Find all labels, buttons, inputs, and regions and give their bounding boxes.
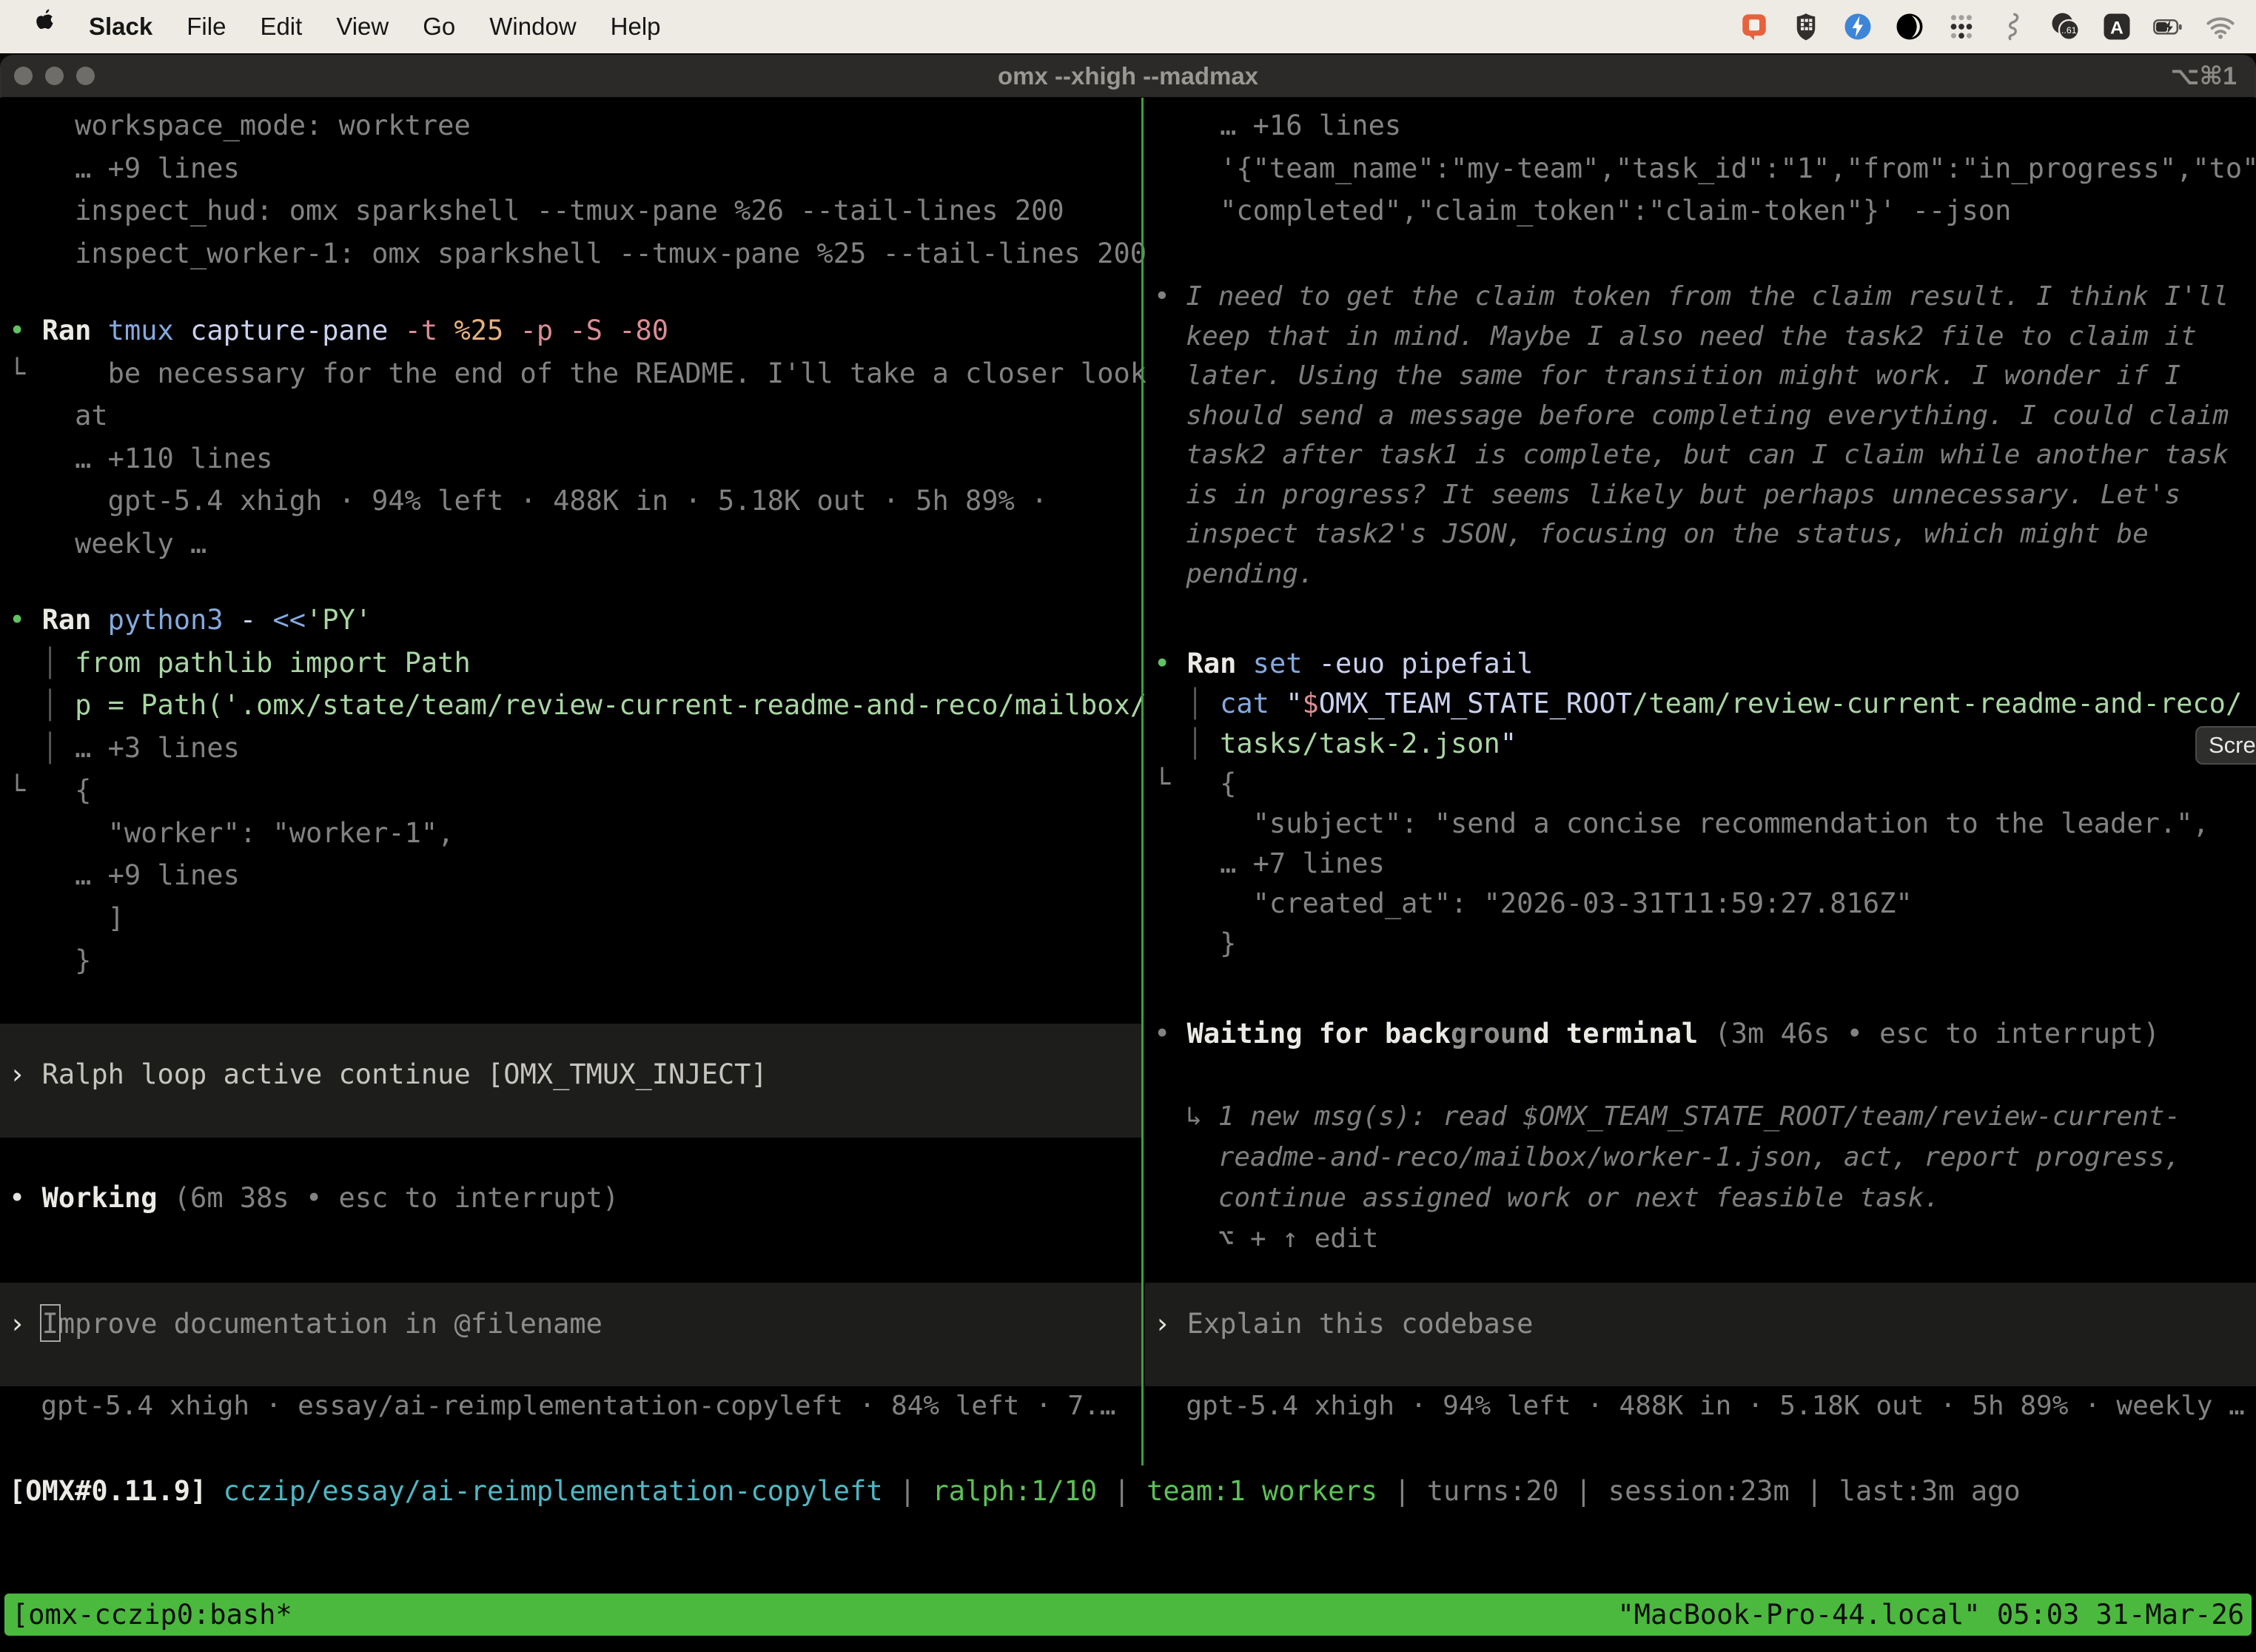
hook-squiggle-icon[interactable] <box>1997 10 2030 43</box>
menu-item-slack[interactable]: Slack <box>89 13 152 41</box>
omx-status-area: [OMX#0.11.9] cczip/essay/ai-reimplementa… <box>0 98 2256 1652</box>
input-source-icon[interactable]: A <box>2101 10 2133 43</box>
menu-item-go[interactable]: Go <box>423 13 455 41</box>
chat-app-icon[interactable] <box>1738 10 1770 43</box>
badge-count-label: ..61 <box>2061 25 2077 36</box>
menu-item-help[interactable]: Help <box>611 13 661 41</box>
menu-status-icons: ..61 A <box>1738 10 2237 43</box>
apple-icon <box>30 7 58 46</box>
text-segment: turns:20 | session:23m | last:3m ago <box>1427 1475 2021 1507</box>
screen-edge-tooltip: Scre <box>2195 726 2256 765</box>
text-segment: cczip/essay/ai-reimplementation-copyleft <box>224 1475 883 1507</box>
zoom-window-button[interactable] <box>76 67 95 85</box>
tmux-host-clock-label: "MacBook-Pro-44.local" 05:03 31-Mar-26 <box>1618 1599 2244 1631</box>
window-titlebar: omx --xhigh --madmax ⌥⌘1 <box>1 55 2255 98</box>
tooltip-label: Scre <box>2209 732 2256 759</box>
text-segment: ralph:1/10 <box>932 1475 1097 1507</box>
close-window-button[interactable] <box>14 67 33 85</box>
text-segment: [OMX#0.11.9] <box>9 1475 224 1507</box>
terminal-content: workspace_mode: worktree … +9 lines insp… <box>0 98 2256 1652</box>
menu-bar: Slack File Edit View Go Window Help <box>0 0 2256 53</box>
count-badge-icon[interactable]: ..61 <box>2049 10 2081 43</box>
text-segment: team:1 workers <box>1147 1475 1377 1507</box>
menu-item-edit[interactable]: Edit <box>260 13 302 41</box>
minimize-window-button[interactable] <box>45 67 64 85</box>
omx-status-line: [OMX#0.11.9] cczip/essay/ai-reimplementa… <box>0 1470 2256 1513</box>
sync-bolt-badge-icon[interactable] <box>1842 10 1874 43</box>
window-shortcut-hint: ⌥⌘1 <box>2170 61 2237 91</box>
tmux-session-label: [omx-cczip0:bash* <box>12 1599 292 1631</box>
menu-item-file[interactable]: File <box>187 13 226 41</box>
grid-dots-icon[interactable] <box>1945 10 1978 43</box>
text-segment: | <box>1097 1475 1147 1507</box>
text-segment: | <box>883 1475 933 1507</box>
text-segment: | <box>1377 1475 1427 1507</box>
menu-item-view[interactable]: View <box>336 13 389 41</box>
terminal-line: [OMX#0.11.9] cczip/essay/ai-reimplementa… <box>9 1470 2256 1513</box>
moon-crescent-icon[interactable] <box>1893 10 1926 43</box>
wifi-icon[interactable] <box>2204 10 2237 43</box>
pane-divider[interactable] <box>1141 98 1144 1465</box>
apple-menu[interactable] <box>30 7 58 46</box>
traffic-lights <box>14 67 95 85</box>
shield-grid-icon[interactable] <box>1790 10 1822 43</box>
menu-item-window[interactable]: Window <box>489 13 576 41</box>
input-source-label: A <box>2110 19 2124 38</box>
battery-charging-icon[interactable] <box>2152 10 2185 43</box>
window-title: omx --xhigh --madmax <box>998 62 1258 90</box>
tmux-status-bar: [omx-cczip0:bash* "MacBook-Pro-44.local"… <box>4 1594 2252 1636</box>
